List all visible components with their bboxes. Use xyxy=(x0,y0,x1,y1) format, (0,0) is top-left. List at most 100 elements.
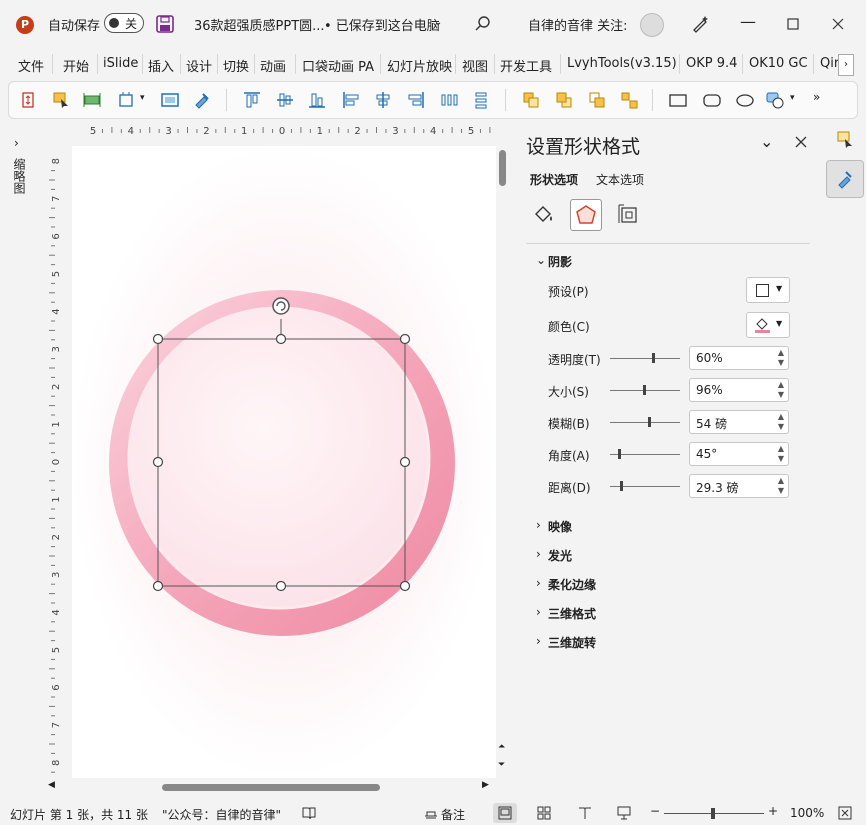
save-icon[interactable] xyxy=(156,15,174,33)
maximize-icon[interactable] xyxy=(787,18,799,30)
group-icon[interactable] xyxy=(588,91,606,109)
normal-view-button[interactable] xyxy=(493,803,517,823)
menu-file[interactable]: 文件 xyxy=(18,56,44,75)
tab-text-options[interactable]: 文本选项 xyxy=(596,171,644,188)
accessibility-book-icon[interactable] xyxy=(302,806,316,820)
notes-icon[interactable] xyxy=(424,806,438,820)
slide-sorter-icon[interactable] xyxy=(537,806,551,820)
send-backward-icon[interactable] xyxy=(555,91,573,109)
align-top-icon[interactable] xyxy=(243,91,261,109)
menu-transitions[interactable]: 切换 xyxy=(223,56,249,75)
format-pane-toggle-button[interactable] xyxy=(826,160,864,198)
shadow-section-header[interactable]: ⌄ 阴影 xyxy=(536,253,572,270)
fit-to-window-icon[interactable] xyxy=(838,806,852,820)
slideshow-icon[interactable] xyxy=(617,806,631,820)
scroll-right-icon[interactable]: ▶ xyxy=(482,780,489,790)
distance-input[interactable]: 29.3 磅 ▲ ▼ xyxy=(689,474,789,498)
align-right-icon[interactable] xyxy=(407,91,425,109)
rotate-handle-icon[interactable] xyxy=(272,297,290,315)
chevron-down-icon[interactable]: ⌄ xyxy=(434,17,442,28)
distribute-vertical-icon[interactable] xyxy=(472,91,490,109)
dropdown-arrow-icon[interactable]: ▾ xyxy=(140,93,145,103)
angle-input[interactable]: 45° ▲ ▼ xyxy=(689,442,789,466)
distribute-horizontal-icon[interactable] xyxy=(440,91,458,109)
vertical-scroll-thumb[interactable] xyxy=(499,150,506,186)
menu-qir[interactable]: Qir xyxy=(820,56,839,71)
menu-insert[interactable]: 插入 xyxy=(148,56,174,75)
more-tools-icon[interactable]: » xyxy=(813,90,820,104)
distribute-shapes-icon[interactable] xyxy=(83,91,101,109)
effects-tab-button[interactable] xyxy=(570,199,602,231)
menu-pocket-animation[interactable]: 口袋动画 PA xyxy=(302,56,374,75)
zoom-out-icon[interactable]: − xyxy=(650,804,660,818)
document-title[interactable]: 36款超强质感PPT圆... xyxy=(194,15,325,34)
crop-shape-icon[interactable] xyxy=(117,91,135,109)
close-window-icon[interactable] xyxy=(832,18,844,30)
pane-options-chevron-icon[interactable]: ⌄ xyxy=(760,132,773,151)
shapes-dropdown-icon[interactable]: ▾ xyxy=(790,93,795,103)
angle-slider[interactable] xyxy=(610,449,680,459)
design-ideas-icon[interactable] xyxy=(836,130,856,150)
menu-design[interactable]: 设计 xyxy=(186,56,212,75)
expand-chevron-icon[interactable]: › xyxy=(14,136,19,150)
rounded-rectangle-icon[interactable] xyxy=(703,91,721,109)
search-icon[interactable] xyxy=(474,15,492,33)
thumbnail-pane-collapsed[interactable]: › 缩略图 xyxy=(0,122,40,802)
size-properties-icon[interactable] xyxy=(616,202,640,226)
menu-okp[interactable]: OKP 9.4 xyxy=(686,56,737,71)
next-slide-icon[interactable]: ⏷ xyxy=(498,760,505,770)
zoom-in-icon[interactable]: + xyxy=(768,804,778,818)
pen-icon[interactable] xyxy=(690,14,710,34)
select-shape-icon[interactable] xyxy=(52,91,70,109)
notes-button[interactable]: 备注 xyxy=(441,806,465,823)
scroll-left-icon[interactable]: ◀ xyxy=(48,780,55,790)
bring-forward-icon[interactable] xyxy=(522,91,540,109)
horizontal-scrollbar[interactable]: ◀ ▶ xyxy=(48,780,496,794)
reflection-section-header[interactable]: › 映像 xyxy=(536,518,572,535)
slide-canvas[interactable] xyxy=(72,146,496,778)
menu-lvyhtools[interactable]: LvyhTools(v3.15) xyxy=(567,56,677,71)
fill-line-icon[interactable] xyxy=(532,202,556,226)
menu-view[interactable]: 视图 xyxy=(462,56,488,75)
rectangle-shape-icon[interactable] xyxy=(669,91,687,109)
avatar[interactable] xyxy=(640,13,664,37)
minimize-icon[interactable]: — xyxy=(740,12,756,31)
vertical-scrollbar[interactable]: ⏶ ⏷ xyxy=(496,146,510,778)
reading-view-icon[interactable] xyxy=(578,806,592,820)
align-middle-icon[interactable] xyxy=(276,91,294,109)
horizontal-scroll-thumb[interactable] xyxy=(162,784,380,791)
align-center-icon[interactable] xyxy=(374,91,392,109)
distance-slider[interactable] xyxy=(610,481,680,491)
transparency-slider[interactable] xyxy=(610,353,680,363)
menu-scroll-right-icon[interactable]: › xyxy=(838,54,854,76)
zoom-slider-thumb[interactable] xyxy=(711,808,715,819)
align-shape-icon[interactable] xyxy=(19,91,37,109)
frame-icon[interactable] xyxy=(161,91,179,109)
shadow-preset-dropdown[interactable]: ▼ xyxy=(746,277,790,303)
shadow-color-dropdown[interactable]: ▼ xyxy=(746,312,790,338)
transparency-input[interactable]: 60% ▲ ▼ xyxy=(689,346,789,370)
soft-edges-section-header[interactable]: › 柔化边缘 xyxy=(536,576,596,593)
previous-slide-icon[interactable]: ⏶ xyxy=(498,742,505,752)
glow-section-header[interactable]: › 发光 xyxy=(536,547,572,564)
blur-slider[interactable] xyxy=(610,417,680,427)
3d-rotation-section-header[interactable]: › 三维旋转 xyxy=(536,634,596,651)
size-input[interactable]: 96% ▲ ▼ xyxy=(689,378,789,402)
autosave-toggle[interactable]: 关 xyxy=(104,13,144,33)
format-painter-icon[interactable] xyxy=(193,91,211,109)
close-pane-icon[interactable] xyxy=(795,136,807,148)
menu-animations[interactable]: 动画 xyxy=(260,56,286,75)
size-slider[interactable] xyxy=(610,385,680,395)
menu-developer[interactable]: 开发工具 xyxy=(500,56,552,75)
blur-input[interactable]: 54 磅 ▲ ▼ xyxy=(689,410,789,434)
menu-islide[interactable]: iSlide xyxy=(103,56,138,71)
align-left-icon[interactable] xyxy=(342,91,360,109)
ungroup-icon[interactable] xyxy=(620,91,638,109)
menu-home[interactable]: 开始 xyxy=(63,56,89,75)
align-bottom-icon[interactable] xyxy=(308,91,326,109)
menu-slideshow[interactable]: 幻灯片放映 xyxy=(387,56,452,75)
save-status[interactable]: • 已保存到这台电脑 xyxy=(324,15,440,34)
zoom-level[interactable]: 100% xyxy=(790,806,824,820)
3d-format-section-header[interactable]: › 三维格式 xyxy=(536,605,596,622)
menu-ok10[interactable]: OK10 GC xyxy=(749,56,808,71)
